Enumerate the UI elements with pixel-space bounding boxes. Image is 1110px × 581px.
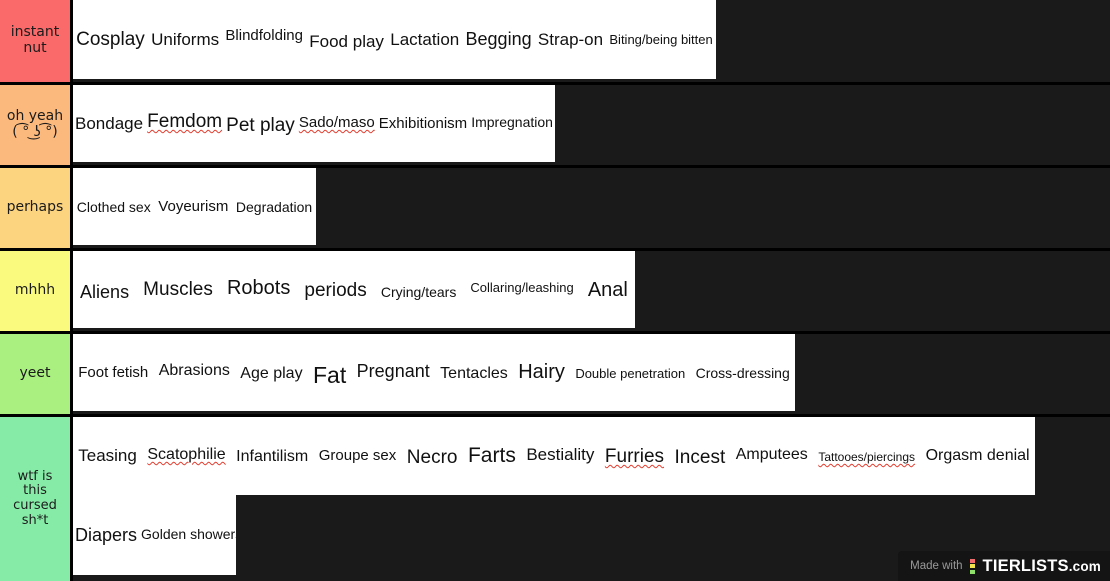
logo-bar-0: [969, 558, 975, 563]
tier-items: Clothed sex Voyeurism Degradation: [73, 168, 1110, 248]
tier-item[interactable]: Begging: [464, 29, 534, 50]
tier-item[interactable]: Biting/being bitten: [607, 32, 714, 47]
tier-item[interactable]: Food play: [307, 32, 386, 52]
tier-item[interactable]: Voyeurism: [156, 198, 230, 215]
tier-item[interactable]: Degradation: [234, 199, 314, 215]
logo-bar-2: [969, 569, 975, 574]
tier-item[interactable]: Amputees: [734, 446, 810, 464]
logo-bar-1: [969, 564, 975, 568]
tier-item[interactable]: Femdom: [145, 111, 224, 133]
tier-item[interactable]: Cosplay: [74, 29, 147, 51]
tier-item[interactable]: Anal: [586, 279, 630, 302]
tier-item[interactable]: Teasing: [76, 446, 139, 466]
tier-items: Aliens Muscles Robots periods Crying/tears Co…: [73, 251, 1110, 331]
tier-item[interactable]: Robots: [225, 277, 292, 300]
tier-items-line: Aliens Muscles Robots periods Crying/tears Co…: [73, 251, 635, 328]
made-with-label: Made with: [910, 560, 963, 572]
tier-item[interactable]: Groupe sex: [317, 447, 399, 464]
tier-item[interactable]: Incest: [673, 447, 728, 469]
tier-item[interactable]: Orgasm denial: [924, 447, 1032, 465]
tier-item[interactable]: Hairy: [516, 361, 567, 384]
tier-item[interactable]: Necro: [405, 447, 460, 469]
tier-list: instant nut Cosplay Uniforms Blindfolding Fo…: [0, 0, 1110, 581]
tier-item[interactable]: Bondage: [73, 114, 145, 134]
tier-item[interactable]: Clothed sex: [75, 199, 153, 215]
tier-row: mhhh Aliens Muscles Robots periods Crying/tea…: [0, 251, 1110, 334]
tier-item[interactable]: Sado/maso: [297, 114, 377, 131]
tier-items-line: Bondage Femdom Pet play Sado/maso Exhibition…: [73, 85, 555, 162]
brand-name: TIERLISTS: [982, 556, 1069, 575]
tier-label[interactable]: mhhh: [0, 251, 73, 331]
tier-item[interactable]: Farts: [466, 444, 518, 468]
tier-item[interactable]: Age play: [238, 365, 304, 383]
tier-item[interactable]: Infantilism: [234, 448, 310, 466]
tier-item[interactable]: Tattooes/piercings: [816, 450, 917, 464]
tier-items-line: Clothed sex Voyeurism Degradation: [73, 168, 316, 245]
tier-row: instant nut Cosplay Uniforms Blindfolding Fo…: [0, 0, 1110, 85]
tier-item[interactable]: Exhibitionism: [377, 115, 469, 132]
tier-items-line: Diapers Golden showers: [73, 495, 236, 575]
tier-item[interactable]: Lactation: [388, 30, 461, 50]
tier-item[interactable]: Golden showers: [139, 526, 236, 542]
tier-items: Foot fetish Abrasions Age play Fat Pregnant T…: [73, 334, 1110, 414]
tier-label[interactable]: perhaps: [0, 168, 73, 248]
brand-domain: .com: [1068, 558, 1101, 574]
tierlists-logo-icon: [969, 558, 975, 574]
tier-item[interactable]: Double penetration: [573, 366, 687, 381]
tier-item[interactable]: Fat: [311, 362, 348, 389]
tier-item[interactable]: Muscles: [141, 279, 215, 301]
tier-item[interactable]: Crying/tears: [379, 284, 458, 300]
tier-item[interactable]: Collaring/leashing: [468, 280, 575, 295]
tier-item[interactable]: Impregnation: [469, 114, 555, 130]
tierlists-brand: TIERLISTS.com: [983, 557, 1101, 576]
tier-item[interactable]: Tentacles: [438, 365, 510, 383]
tier-item[interactable]: Foot fetish: [76, 364, 150, 381]
tier-item[interactable]: Bestiality: [524, 445, 596, 465]
tier-label[interactable]: oh yeah ( ͡° ͜ʖ ͡°): [0, 85, 73, 165]
tier-item[interactable]: Cross-dressing: [694, 365, 792, 381]
tier-item[interactable]: Strap-on: [536, 30, 605, 50]
tier-items: Cosplay Uniforms Blindfolding Food play Lact…: [73, 0, 1110, 82]
tier-items-line: Foot fetish Abrasions Age play Fat Pregnant T…: [73, 334, 795, 411]
tier-label[interactable]: instant nut: [0, 0, 73, 82]
tier-label[interactable]: yeet: [0, 334, 73, 414]
tier-item[interactable]: Uniforms: [149, 30, 221, 50]
tier-items-line: Cosplay Uniforms Blindfolding Food play Lact…: [73, 0, 716, 79]
tier-item[interactable]: Pregnant: [355, 361, 432, 382]
tier-item[interactable]: Blindfolding: [223, 27, 305, 44]
tier-item[interactable]: Pet play: [224, 115, 297, 137]
tier-items: Bondage Femdom Pet play Sado/maso Exhibition…: [73, 85, 1110, 165]
tier-item[interactable]: Aliens: [78, 282, 131, 303]
tier-row: yeet Foot fetish Abrasions Age play Fat Pregn…: [0, 334, 1110, 417]
tier-item[interactable]: Furries: [603, 446, 666, 468]
tier-item[interactable]: periods: [302, 280, 368, 302]
tier-row: perhaps Clothed sex Voyeurism Degradation: [0, 168, 1110, 251]
tier-item[interactable]: Abrasions: [157, 362, 232, 380]
tier-label[interactable]: wtf is this cursed sh*t: [0, 417, 73, 581]
tier-items-line: Teasing Scatophilie Infantilism Groupe sex N…: [73, 417, 1035, 495]
tierlists-watermark[interactable]: Made with TIERLISTS.com: [898, 551, 1110, 581]
tier-item[interactable]: Scatophilie: [145, 446, 227, 464]
tier-row: oh yeah ( ͡° ͜ʖ ͡°) Bondage Femdom Pet play…: [0, 85, 1110, 168]
tier-item[interactable]: Diapers: [73, 525, 139, 546]
